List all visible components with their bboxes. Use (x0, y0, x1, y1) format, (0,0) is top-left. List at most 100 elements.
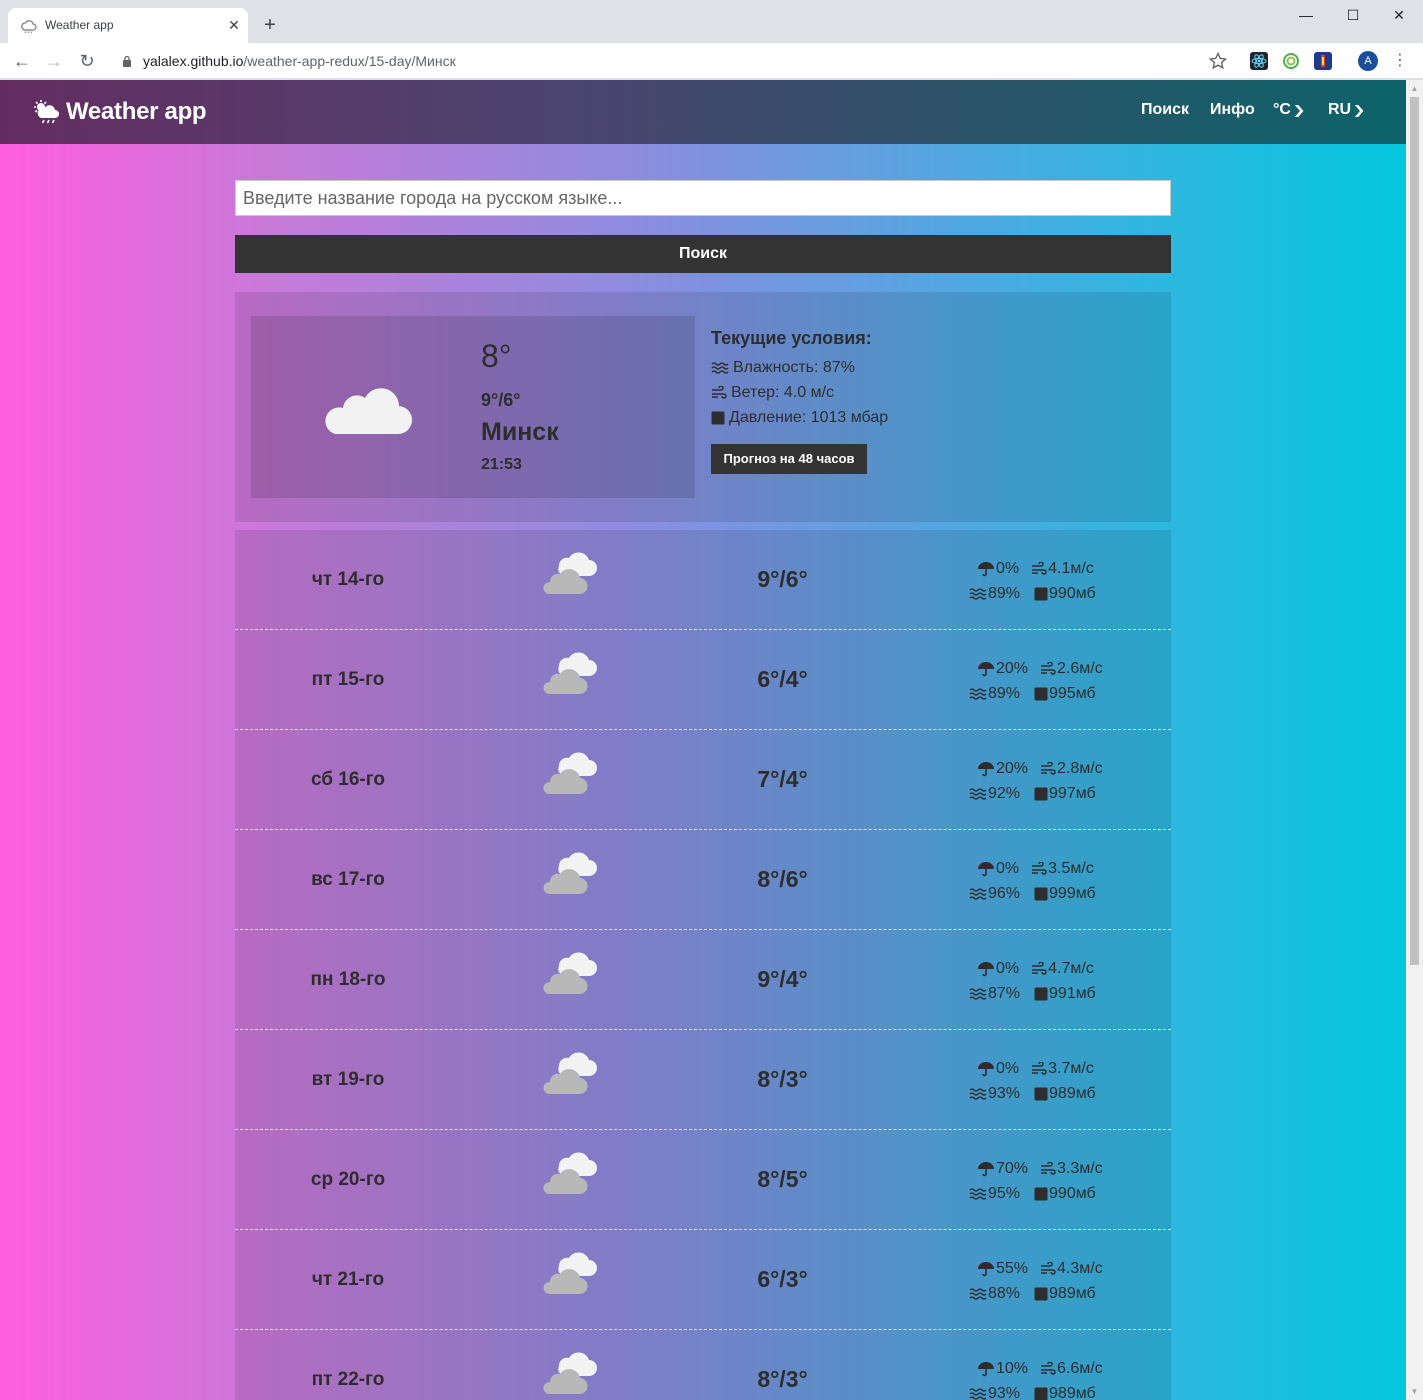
address-bar[interactable]: yalalex.github.io/weather-app-redux/15-d… (110, 47, 1240, 75)
humidity-value: 93% (988, 1084, 1021, 1102)
wind-value: 4.1м/с (1048, 559, 1094, 577)
water-waves-icon (711, 361, 729, 374)
day-label: вт 19-го (311, 1069, 385, 1090)
precip-stat: 0% (977, 860, 1019, 878)
search-button[interactable]: Поиск (235, 235, 1171, 273)
umbrella-icon (978, 1161, 994, 1176)
browser-toolbar: ← → ↻ yalalex.github.io/weather-app-redu… (0, 43, 1423, 79)
wind-icon (1041, 1361, 1056, 1375)
bookmark-star-icon[interactable] (1208, 51, 1228, 71)
cloudy-icon (543, 852, 597, 895)
day-temperature: 7°/4° (757, 766, 808, 792)
square-icon (1034, 1387, 1048, 1400)
brand-logo[interactable]: Weather app (32, 96, 207, 128)
redux-devtools-icon[interactable] (1314, 52, 1332, 70)
forecast-day-row[interactable]: вт 19-го 8°/3° 0% 3.7м/с 93% 989мб (235, 1030, 1171, 1130)
minimize-icon[interactable]: — (1283, 0, 1329, 30)
day-temperature: 9°/4° (757, 966, 808, 992)
humidity-stat: 95% (969, 1185, 1020, 1203)
precip-stat: 20% (977, 760, 1028, 778)
nav-info-link[interactable]: Инфо (1210, 101, 1255, 119)
forecast-day-row[interactable]: вс 17-го 8°/6° 0% 3.5м/с 96% 999мб (235, 830, 1171, 930)
back-icon[interactable]: ← (10, 49, 34, 73)
current-temperature: 8° (481, 338, 512, 374)
forecast-day-row[interactable]: пн 18-го 9°/4° 0% 4.7м/с 87% 991мб (235, 930, 1171, 1030)
humidity-value: 88% (988, 1284, 1021, 1302)
day-stats: 70% 3.3м/с 95% 990мб (969, 1156, 1129, 1206)
forecast-day-row[interactable]: пт 22-го 8°/3° 10% 6.6м/с 93% 989мб (235, 1330, 1171, 1400)
precip-value: 0% (996, 959, 1020, 977)
scroll-up-icon[interactable]: ▲ (1406, 80, 1423, 97)
pressure-text: Давление: 1013 мбар (729, 408, 889, 426)
browser-menu-icon[interactable]: ⋮ (1392, 51, 1408, 71)
pressure-value: 997мб (1049, 784, 1096, 802)
cloudy-icon (543, 652, 597, 695)
units-dropdown[interactable]: °C❯ (1273, 101, 1306, 119)
wind-icon (1032, 861, 1047, 875)
humidity-value: 87% (988, 984, 1021, 1002)
tab-close-icon[interactable]: ✕ (226, 17, 242, 33)
umbrella-icon (978, 1361, 994, 1376)
page-viewport: Weather app Поиск Инфо °C❯ RU❯ Поиск 8° … (0, 80, 1406, 1400)
pressure-stat: 997мб (1034, 785, 1096, 803)
day-temperature: 9°/6° (757, 566, 808, 592)
umbrella-icon (978, 1061, 994, 1076)
water-waves-icon (969, 1087, 987, 1100)
wind-value: 3.5м/с (1048, 859, 1094, 877)
square-icon (1034, 687, 1048, 700)
nav-search-link[interactable]: Поиск (1141, 101, 1189, 119)
language-dropdown[interactable]: RU❯ (1328, 101, 1366, 119)
humidity-stat: 96% (969, 885, 1020, 903)
forecast-day-row[interactable]: пт 15-го 6°/4° 20% 2.6м/с 89% 995мб (235, 630, 1171, 730)
precip-stat: 0% (977, 1060, 1019, 1078)
pressure-value: 990мб (1049, 1184, 1096, 1202)
chevron-down-icon: ❯ (1292, 103, 1306, 117)
day-stats: 55% 4.3м/с 88% 989мб (969, 1256, 1129, 1306)
forecast-day-row[interactable]: сб 16-го 7°/4° 20% 2.8м/с 92% 997мб (235, 730, 1171, 830)
new-tab-icon[interactable]: + (258, 13, 282, 37)
water-waves-icon (969, 587, 987, 600)
cloudy-icon (543, 552, 597, 595)
profile-avatar[interactable]: A (1358, 51, 1378, 71)
scrollbar-thumb[interactable] (1410, 97, 1419, 965)
forecast-day-row[interactable]: чт 14-го 9°/6° 0% 4.1м/с 89% 990мб (235, 530, 1171, 630)
precip-value: 0% (996, 559, 1020, 577)
extension-circle-icon[interactable] (1282, 52, 1300, 70)
wind-icon (1032, 561, 1047, 575)
maximize-icon[interactable]: ☐ (1330, 0, 1376, 30)
pressure-stat: 989мб (1034, 1085, 1096, 1103)
precip-stat: 70% (977, 1160, 1028, 1178)
square-icon (1034, 1087, 1048, 1100)
day-stats: 0% 4.7м/с 87% 991мб (969, 956, 1129, 1006)
wind-stat: 6.6м/с (1040, 1360, 1103, 1378)
day-temperature: 8°/6° (757, 866, 808, 892)
current-temp-range: 9°/6° (481, 390, 521, 410)
umbrella-icon (978, 661, 994, 676)
wind-stat: 2.6м/с (1040, 660, 1103, 678)
forward-icon[interactable]: → (42, 49, 66, 73)
umbrella-icon (978, 761, 994, 776)
day-label: вс 17-го (311, 869, 385, 890)
language-label: RU (1328, 101, 1352, 118)
day-stats: 0% 3.7м/с 93% 989мб (969, 1056, 1129, 1106)
react-devtools-icon[interactable] (1250, 52, 1268, 70)
forecast-day-row[interactable]: ср 20-го 8°/5° 70% 3.3м/с 95% 990мб (235, 1130, 1171, 1230)
close-window-icon[interactable]: ✕ (1376, 0, 1422, 30)
square-icon (1034, 887, 1048, 900)
day-label: пт 22-го (311, 1369, 385, 1390)
city-search-input[interactable] (235, 180, 1171, 216)
browser-tab[interactable]: Weather app ✕ (8, 8, 248, 43)
scroll-down-icon[interactable]: ▼ (1406, 1383, 1423, 1400)
water-waves-icon (969, 987, 987, 1000)
url-text: yalalex.github.io/weather-app-redux/15-d… (143, 53, 456, 69)
pressure-value: 990мб (1049, 584, 1096, 602)
forecast-day-row[interactable]: чт 21-го 6°/3° 55% 4.3м/с 88% 989мб (235, 1230, 1171, 1330)
umbrella-icon (978, 861, 994, 876)
city-name: Минск (481, 418, 559, 446)
page-scrollbar[interactable]: ▲ ▼ (1406, 80, 1423, 1400)
humidity-value: 89% (988, 684, 1021, 702)
day-label: ср 20-го (310, 1169, 386, 1190)
precip-stat: 0% (977, 560, 1019, 578)
forecast-48h-button[interactable]: Прогноз на 48 часов (711, 444, 867, 474)
reload-icon[interactable]: ↻ (75, 49, 99, 73)
